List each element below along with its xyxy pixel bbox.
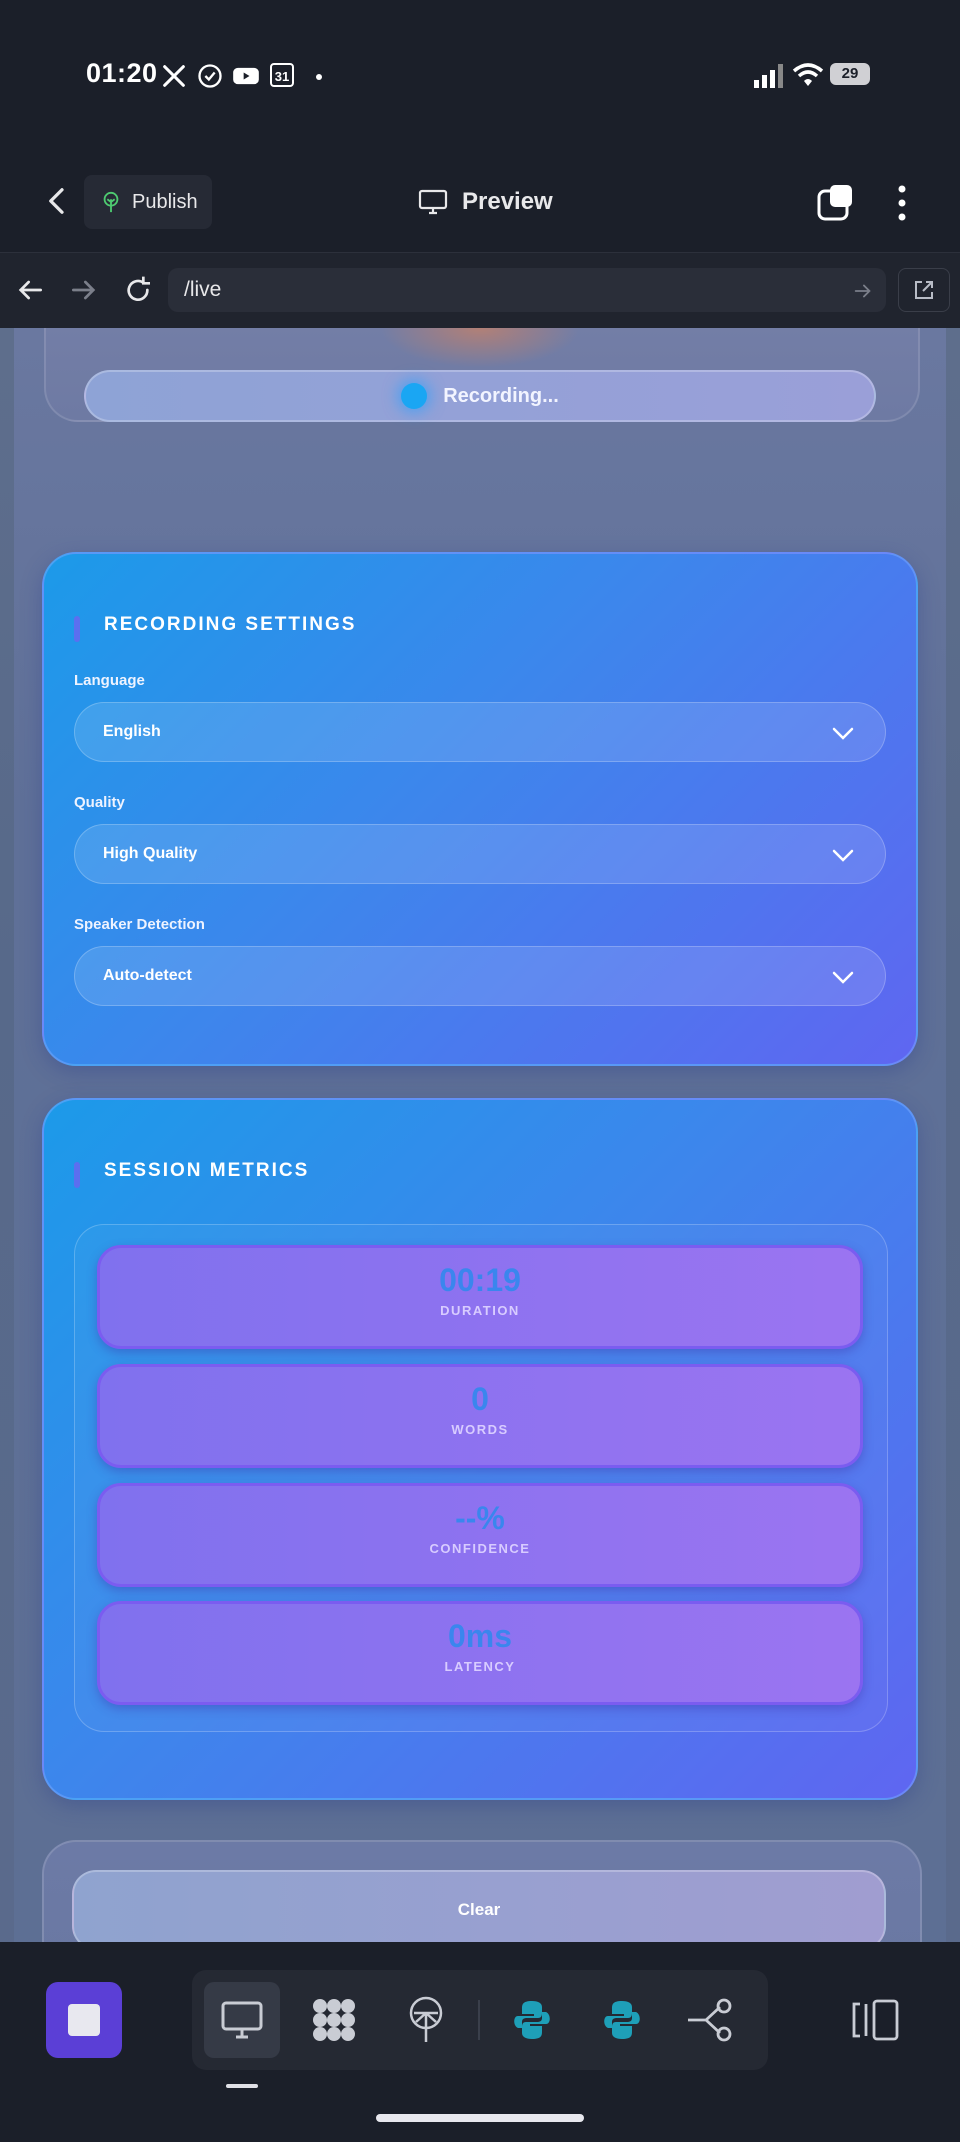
external-link-icon — [915, 281, 933, 299]
recording-status-text: Recording... — [443, 384, 559, 407]
more-options-icon[interactable] — [892, 183, 912, 223]
metrics-title: SESSION METRICS — [104, 1160, 310, 1181]
status-time: 01:20 — [86, 58, 158, 88]
go-arrow-icon[interactable] — [852, 280, 874, 302]
metric-label: DURATION — [440, 1303, 520, 1318]
youtube-icon — [233, 67, 259, 85]
recording-dot-icon — [401, 383, 428, 409]
dot-icon — [316, 74, 322, 80]
chevron-down-icon — [832, 727, 854, 740]
stop-square-icon — [68, 2004, 100, 2036]
section-accent-bar — [74, 616, 80, 642]
tabs-icon[interactable] — [816, 183, 856, 223]
back-chevron-icon[interactable] — [42, 186, 72, 216]
x-icon — [163, 65, 185, 87]
speaker-detection-label: Speaker Detection — [74, 916, 205, 933]
stop-button[interactable] — [46, 1982, 122, 2058]
quality-label: Quality — [74, 794, 125, 811]
metric-duration: 00:19 DURATION — [97, 1245, 863, 1349]
tree-icon — [103, 191, 119, 213]
check-circle-icon — [198, 64, 222, 88]
chevron-down-icon — [832, 971, 854, 984]
session-metrics-panel: SESSION METRICS 00:19 DURATION 0 WORDS -… — [42, 1098, 918, 1800]
language-label: Language — [74, 672, 145, 689]
metric-latency: 0ms LATENCY — [97, 1601, 863, 1705]
desktop-preview-icon — [221, 2001, 263, 2039]
arrow-left-icon[interactable] — [14, 274, 46, 306]
metric-label: WORDS — [451, 1422, 509, 1437]
publish-button[interactable]: Publish — [84, 175, 212, 229]
clear-button[interactable]: Clear — [72, 1870, 886, 1942]
publish-label: Publish — [132, 190, 198, 213]
python-icon — [604, 2001, 640, 2039]
metric-value: 00:19 — [439, 1262, 521, 1298]
desktop-preview-button[interactable] — [204, 1982, 280, 2058]
metrics-grid: 00:19 DURATION 0 WORDS --% CONFIDENCE 0m… — [74, 1224, 888, 1732]
python-icon — [514, 2001, 550, 2039]
signal-icon — [754, 64, 783, 88]
language-value: English — [103, 723, 161, 740]
preview-title: Preview — [418, 185, 553, 219]
home-indicator[interactable] — [376, 2114, 584, 2122]
wifi-icon — [792, 63, 824, 86]
toolbar-divider — [478, 2000, 480, 2040]
metric-value: 0ms — [447, 1618, 513, 1654]
open-external-button[interactable] — [898, 268, 950, 312]
preview-label: Preview — [462, 188, 553, 215]
recording-status-bar: Recording... — [84, 370, 876, 422]
active-tab-indicator — [226, 2084, 258, 2088]
url-field[interactable]: /live — [168, 268, 886, 312]
sidebar-toggle-icon[interactable] — [852, 1998, 900, 2042]
components-button[interactable] — [296, 1982, 372, 2058]
publish-tool-button[interactable] — [388, 1982, 464, 2058]
monitor-icon — [418, 189, 448, 215]
recorder-glow — [380, 328, 580, 368]
chevron-down-icon — [832, 849, 854, 862]
page-viewport[interactable]: Recording... RECORDING SETTINGS Language… — [0, 328, 960, 1942]
share-button[interactable] — [672, 1982, 748, 2058]
metric-words: 0 WORDS — [97, 1364, 863, 1468]
metric-label: CONFIDENCE — [429, 1541, 531, 1556]
settings-title: RECORDING SETTINGS — [104, 614, 357, 635]
metric-confidence: --% CONFIDENCE — [97, 1483, 863, 1587]
metric-value: --% — [455, 1500, 505, 1536]
python-button-1[interactable] — [494, 1982, 570, 2058]
publish-tree-icon — [409, 1996, 443, 2042]
section-accent-bar — [74, 1162, 80, 1188]
recording-settings-panel: RECORDING SETTINGS Language English Qual… — [42, 552, 918, 1066]
share-nodes-icon — [688, 1998, 732, 2042]
url-text: /live — [184, 278, 222, 301]
speaker-detection-value: Auto-detect — [103, 967, 192, 984]
quality-select[interactable]: High Quality — [74, 824, 886, 884]
calendar-icon: 31 — [270, 63, 294, 87]
quality-value: High Quality — [103, 845, 198, 862]
reload-icon[interactable] — [122, 274, 154, 306]
tool-group — [192, 1970, 768, 2070]
python-button-2[interactable] — [584, 1982, 660, 2058]
arrow-right-icon[interactable] — [68, 274, 100, 306]
metric-value: 0 — [471, 1381, 489, 1417]
language-select[interactable]: English — [74, 702, 886, 762]
battery-icon: 29 — [830, 63, 870, 85]
speaker-detection-select[interactable]: Auto-detect — [74, 946, 886, 1006]
dots-grid-icon — [313, 1999, 355, 2041]
metric-label: LATENCY — [444, 1659, 516, 1674]
